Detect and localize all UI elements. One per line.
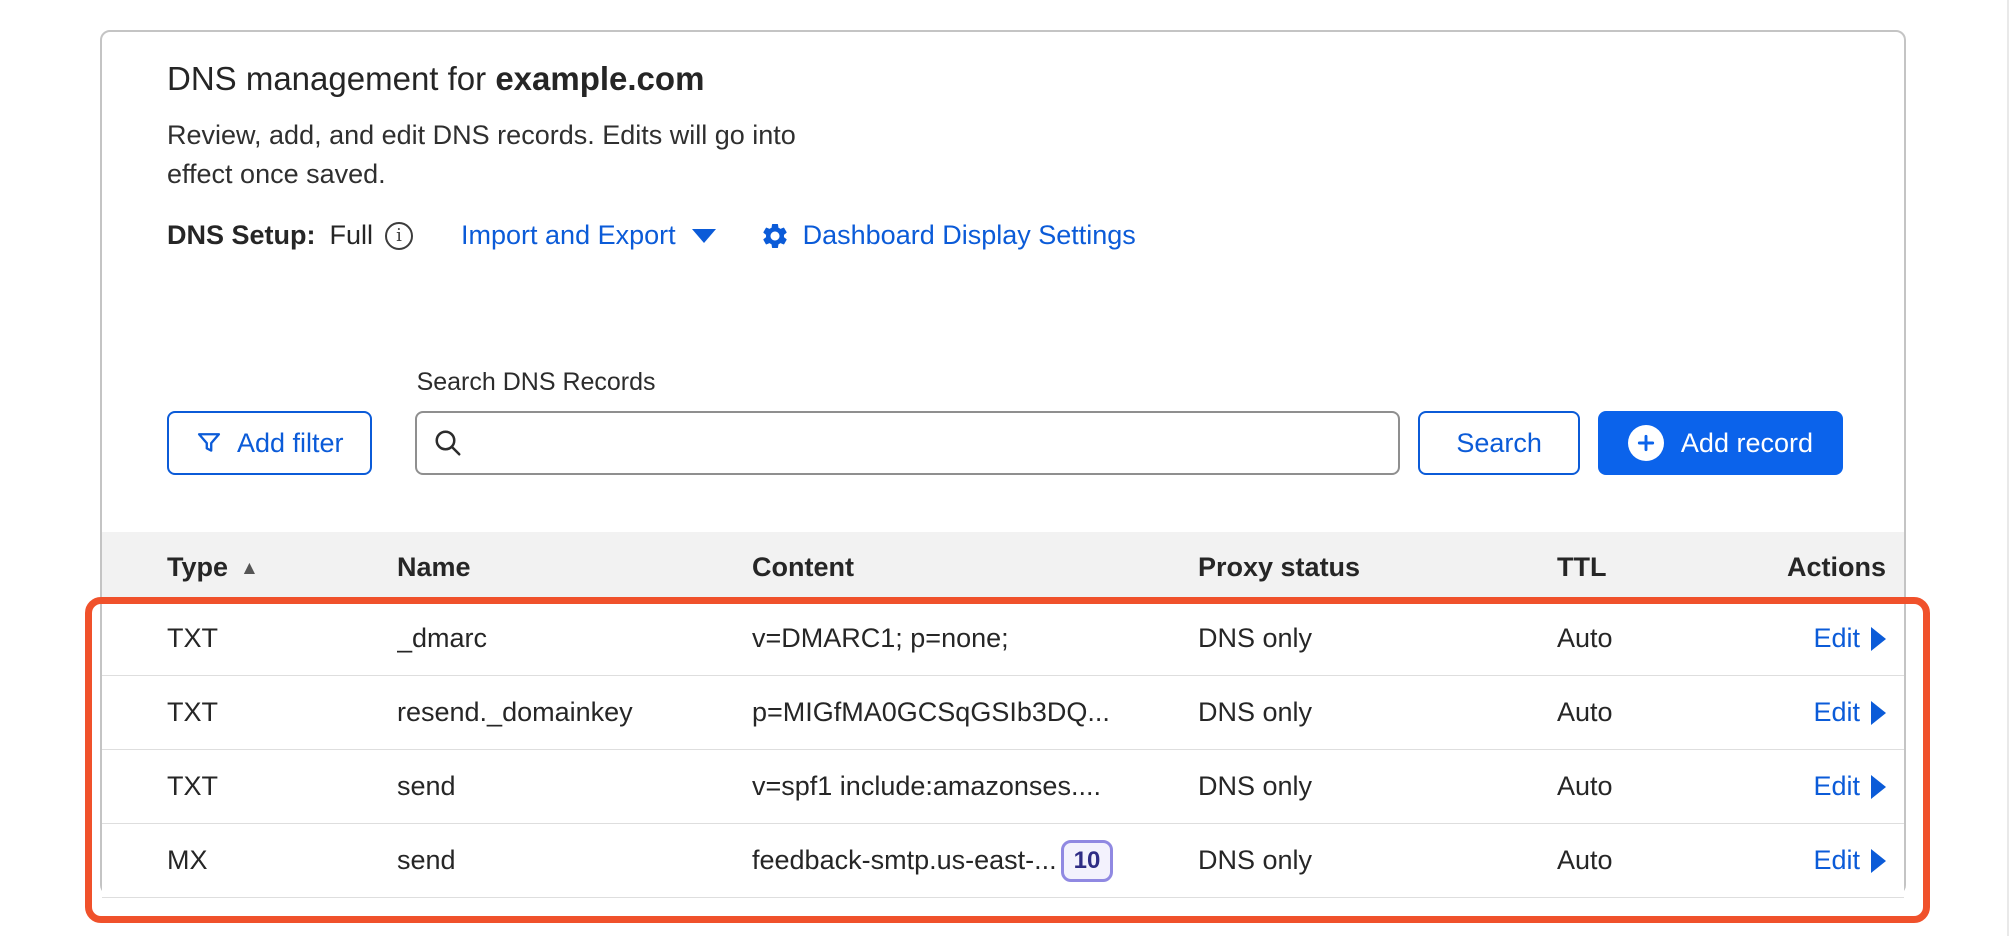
- search-box: [415, 411, 1401, 475]
- cell-name: _dmarc: [397, 623, 752, 654]
- dashboard-display-settings-link[interactable]: Dashboard Display Settings: [760, 220, 1136, 251]
- dns-toolbar: Add filter Search DNS Records Search Add…: [167, 368, 1843, 475]
- content-text: p=MIGfMA0GCSqGSIb3DQ...: [752, 697, 1110, 728]
- dns-management-card: DNS management for example.com Review, a…: [100, 30, 1906, 895]
- chevron-right-icon: [1871, 627, 1886, 651]
- import-export-label: Import and Export: [461, 220, 676, 251]
- priority-badge: 10: [1061, 840, 1114, 882]
- page-title: DNS management for example.com: [167, 58, 1904, 100]
- column-header-actions: Actions: [1757, 552, 1904, 583]
- cell-type: TXT: [102, 623, 397, 654]
- edit-record-button[interactable]: Edit: [1813, 697, 1886, 728]
- cell-proxy-status: DNS only: [1198, 845, 1557, 876]
- cell-name: resend._domainkey: [397, 697, 752, 728]
- column-header-type[interactable]: Type▲: [102, 552, 397, 583]
- add-filter-label: Add filter: [237, 428, 344, 459]
- cell-ttl: Auto: [1557, 771, 1757, 802]
- content-text: v=DMARC1; p=none;: [752, 623, 1009, 654]
- cell-proxy-status: DNS only: [1198, 771, 1557, 802]
- cell-type: MX: [102, 845, 397, 876]
- table-row: MX send feedback-smtp.us-east-... 10 DNS…: [102, 824, 1904, 898]
- search-section: Search DNS Records: [415, 368, 1401, 475]
- window-edge: [2007, 0, 2009, 936]
- cell-ttl: Auto: [1557, 623, 1757, 654]
- dns-records-table: Type▲ Name Content Proxy status TTL Acti…: [102, 532, 1904, 898]
- cell-ttl: Auto: [1557, 697, 1757, 728]
- import-export-link[interactable]: Import and Export: [461, 220, 716, 251]
- info-icon[interactable]: i: [385, 222, 413, 250]
- search-label: Search DNS Records: [417, 368, 1401, 397]
- edit-record-button[interactable]: Edit: [1813, 623, 1886, 654]
- chevron-down-icon: [692, 229, 716, 243]
- domain-name: example.com: [495, 60, 704, 97]
- cell-content: feedback-smtp.us-east-... 10: [752, 840, 1198, 882]
- column-header-content[interactable]: Content: [752, 552, 1198, 583]
- edit-record-button[interactable]: Edit: [1813, 845, 1886, 876]
- cell-actions: Edit: [1757, 771, 1904, 802]
- gear-icon: [760, 221, 790, 251]
- search-input[interactable]: [415, 411, 1401, 475]
- cell-actions: Edit: [1757, 623, 1904, 654]
- table-header-row: Type▲ Name Content Proxy status TTL Acti…: [102, 532, 1904, 602]
- content-text: feedback-smtp.us-east-...: [752, 845, 1057, 876]
- page-title-prefix: DNS management for: [167, 60, 495, 97]
- edit-label: Edit: [1813, 845, 1860, 876]
- cell-content: p=MIGfMA0GCSqGSIb3DQ...: [752, 697, 1198, 728]
- column-header-name[interactable]: Name: [397, 552, 752, 583]
- sort-ascending-icon: ▲: [240, 558, 259, 579]
- cell-actions: Edit: [1757, 697, 1904, 728]
- cell-type: TXT: [102, 697, 397, 728]
- edit-label: Edit: [1813, 697, 1860, 728]
- search-button-label: Search: [1456, 428, 1542, 459]
- cell-actions: Edit: [1757, 845, 1904, 876]
- cell-name: send: [397, 845, 752, 876]
- column-header-proxy-status[interactable]: Proxy status: [1198, 552, 1557, 583]
- cell-type: TXT: [102, 771, 397, 802]
- chevron-right-icon: [1871, 775, 1886, 799]
- cell-content: v=spf1 include:amazonses....: [752, 771, 1198, 802]
- table-row: TXT resend._domainkey p=MIGfMA0GCSqGSIb3…: [102, 676, 1904, 750]
- cell-proxy-status: DNS only: [1198, 623, 1557, 654]
- add-record-button[interactable]: Add record: [1598, 411, 1843, 475]
- dns-setup-value: Full: [330, 220, 374, 251]
- add-record-label: Add record: [1681, 428, 1813, 459]
- column-header-ttl[interactable]: TTL: [1557, 552, 1757, 583]
- dns-setup-label: DNS Setup:: [167, 220, 316, 251]
- content-text: v=spf1 include:amazonses....: [752, 771, 1101, 802]
- cell-content: v=DMARC1; p=none;: [752, 623, 1198, 654]
- cell-name: send: [397, 771, 752, 802]
- cell-ttl: Auto: [1557, 845, 1757, 876]
- page-description: Review, add, and edit DNS records. Edits…: [167, 116, 817, 194]
- add-filter-button[interactable]: Add filter: [167, 411, 372, 475]
- dns-setup-row: DNS Setup: Full i Import and Export Dash…: [167, 220, 1904, 251]
- edit-label: Edit: [1813, 771, 1860, 802]
- cell-proxy-status: DNS only: [1198, 697, 1557, 728]
- edit-record-button[interactable]: Edit: [1813, 771, 1886, 802]
- dashboard-display-settings-label: Dashboard Display Settings: [803, 220, 1136, 251]
- search-icon: [433, 428, 463, 458]
- table-row: TXT send v=spf1 include:amazonses.... DN…: [102, 750, 1904, 824]
- table-row: TXT _dmarc v=DMARC1; p=none; DNS only Au…: [102, 602, 1904, 676]
- edit-label: Edit: [1813, 623, 1860, 654]
- filter-icon: [195, 429, 223, 457]
- chevron-right-icon: [1871, 849, 1886, 873]
- chevron-right-icon: [1871, 701, 1886, 725]
- plus-icon: [1628, 425, 1664, 461]
- search-button[interactable]: Search: [1418, 411, 1580, 475]
